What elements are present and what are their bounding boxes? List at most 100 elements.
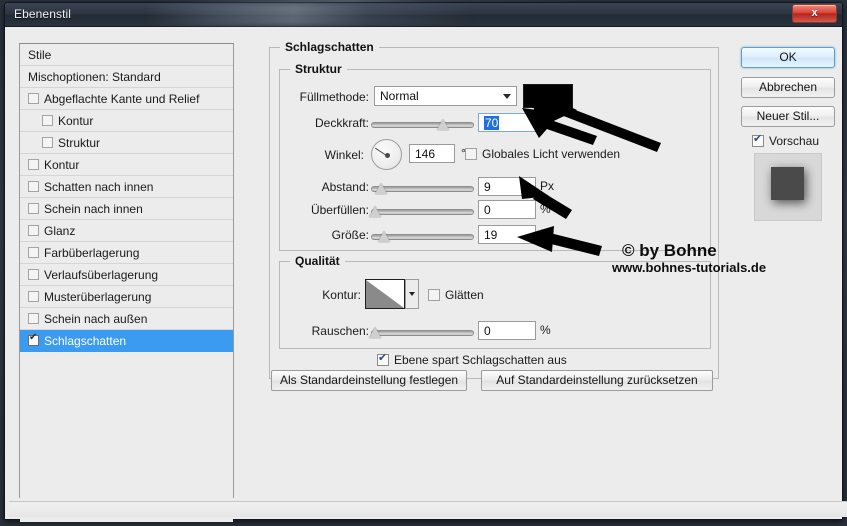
styles-list-item-label: Musterüberlagerung (44, 290, 151, 304)
styles-list-item-checkbox[interactable] (28, 247, 39, 258)
size-value: 19 (484, 228, 497, 242)
styles-list-item[interactable]: Abgeflachte Kante und Relief (20, 88, 233, 110)
distance-unit: Px (540, 179, 554, 193)
styles-list-item-checkbox[interactable] (28, 225, 39, 236)
spread-input[interactable]: 0 (478, 200, 536, 219)
global-light-label: Globales Licht verwenden (482, 147, 620, 161)
opacity-slider-thumb[interactable] (437, 119, 449, 130)
angle-label: Winkel: (291, 148, 364, 162)
angle-dial-hub (385, 153, 390, 158)
noise-slider-track (371, 330, 474, 336)
size-slider[interactable] (371, 230, 474, 244)
styles-list-item[interactable]: Verlaufsüberlagerung (20, 264, 233, 286)
distance-slider[interactable] (371, 182, 474, 196)
dialog-bottom-strip (9, 501, 847, 517)
styles-list-item-label: Struktur (58, 136, 100, 150)
spread-slider-thumb[interactable] (369, 206, 381, 217)
blend-mode-select[interactable]: Normal (374, 86, 517, 106)
styles-list-item-label: Kontur (44, 158, 79, 172)
styles-list-item[interactable]: Kontur (20, 110, 233, 132)
styles-list-item-checkbox[interactable] (28, 269, 39, 280)
angle-dial[interactable] (371, 139, 402, 170)
styles-list-item-label: Schatten nach innen (44, 180, 153, 194)
styles-list-item[interactable]: Musterüberlagerung (20, 286, 233, 308)
styles-list-item[interactable]: Farbüberlagerung (20, 242, 233, 264)
title-bar[interactable]: Ebenenstil x (5, 3, 842, 27)
styles-list-empty-area (20, 352, 233, 522)
styles-list-item-checkbox[interactable] (42, 137, 53, 148)
angle-input[interactable]: 146 (409, 144, 455, 163)
ok-button[interactable]: OK (741, 47, 835, 68)
set-default-button[interactable]: Als Standardeinstellung festlegen (271, 370, 467, 391)
group-quality-legend: Qualität (290, 254, 345, 268)
opacity-slider-track (371, 122, 474, 128)
distance-value: 9 (484, 180, 491, 194)
antialias-checkbox[interactable]: Glätten (428, 288, 484, 302)
group-drop-shadow-legend: Schlagschatten (280, 40, 379, 54)
spread-slider[interactable] (371, 205, 474, 219)
styles-list-item[interactable]: Schlagschatten (20, 330, 233, 352)
spread-label: Überfüllen: (283, 203, 369, 217)
noise-value: 0 (484, 324, 491, 338)
styles-list-item-label: Kontur (58, 114, 93, 128)
styles-list-header: Stile (20, 44, 233, 66)
styles-list-item[interactable]: Kontur (20, 154, 233, 176)
opacity-slider[interactable] (371, 118, 474, 132)
styles-list-item-label: Glanz (44, 224, 75, 238)
size-label: Größe: (291, 228, 369, 242)
styles-list-item[interactable]: Struktur (20, 132, 233, 154)
styles-list-item-checkbox[interactable] (28, 93, 39, 104)
reset-default-button[interactable]: Auf Standardeinstellung zurücksetzen (481, 370, 713, 391)
knockout-checkbox[interactable]: Ebene spart Schlagschatten aus (377, 353, 567, 367)
shadow-color-swatch[interactable] (523, 84, 573, 108)
noise-slider-thumb[interactable] (369, 327, 381, 338)
angle-value: 146 (415, 147, 435, 161)
preview-thumbnail (754, 153, 822, 221)
contour-preview[interactable] (365, 279, 405, 309)
size-input[interactable]: 19 (478, 225, 536, 244)
styles-list-item-checkbox[interactable] (28, 203, 39, 214)
global-light-checkbox[interactable]: Globales Licht verwenden (465, 147, 620, 161)
opacity-input[interactable]: 70 (478, 113, 536, 132)
contour-curve-graphic (366, 280, 404, 308)
distance-slider-thumb[interactable] (375, 183, 387, 194)
styles-list-item-checkbox[interactable] (42, 115, 53, 126)
cancel-button[interactable]: Abbrechen (741, 77, 835, 98)
styles-list-item-label: Farbüberlagerung (44, 246, 139, 260)
styles-list-item-checkbox[interactable] (28, 181, 39, 192)
knockout-checkbox-box (377, 354, 389, 366)
styles-list-item[interactable]: Glanz (20, 220, 233, 242)
styles-list-blend-options[interactable]: Mischoptionen: Standard (20, 66, 233, 88)
spread-value: 0 (484, 203, 491, 217)
styles-list-items: Abgeflachte Kante und Relief Kontur Strukt… (20, 88, 233, 522)
styles-list-item-label: Schlagschatten (44, 334, 126, 348)
distance-input[interactable]: 9 (478, 177, 536, 196)
window-title: Ebenenstil (14, 7, 71, 21)
antialias-checkbox-box (428, 289, 440, 301)
noise-slider[interactable] (371, 326, 474, 340)
chevron-down-icon (503, 94, 511, 99)
global-light-checkbox-box (465, 148, 477, 160)
new-style-button[interactable]: Neuer Stil... (741, 106, 835, 127)
styles-list-item-checkbox[interactable] (28, 291, 39, 302)
contour-dropdown-button[interactable] (405, 279, 419, 309)
styles-list-item[interactable]: Schatten nach innen (20, 176, 233, 198)
styles-list-item[interactable]: Schein nach außen (20, 308, 233, 330)
styles-list-item-label: Verlaufsüberlagerung (44, 268, 158, 282)
preview-checkbox[interactable]: Vorschau (752, 134, 819, 148)
blend-mode-value: Normal (380, 89, 419, 103)
antialias-label: Glätten (445, 288, 484, 302)
watermark-line-1: © by Bohne (622, 241, 717, 261)
styles-list-item-checkbox[interactable] (28, 313, 39, 324)
opacity-unit: % (540, 115, 551, 129)
styles-list-item-checkbox[interactable] (28, 159, 39, 170)
styles-list[interactable]: Stile Mischoptionen: Standard Abgeflacht… (19, 43, 234, 498)
noise-input[interactable]: 0 (478, 321, 536, 340)
close-icon[interactable]: x (792, 4, 837, 23)
size-slider-thumb[interactable] (378, 231, 390, 242)
size-unit: Px (540, 227, 554, 241)
styles-list-item[interactable]: Schein nach innen (20, 198, 233, 220)
contour-label: Kontur: (291, 288, 361, 302)
styles-list-item-checkbox[interactable] (28, 335, 39, 346)
noise-unit: % (540, 323, 551, 337)
